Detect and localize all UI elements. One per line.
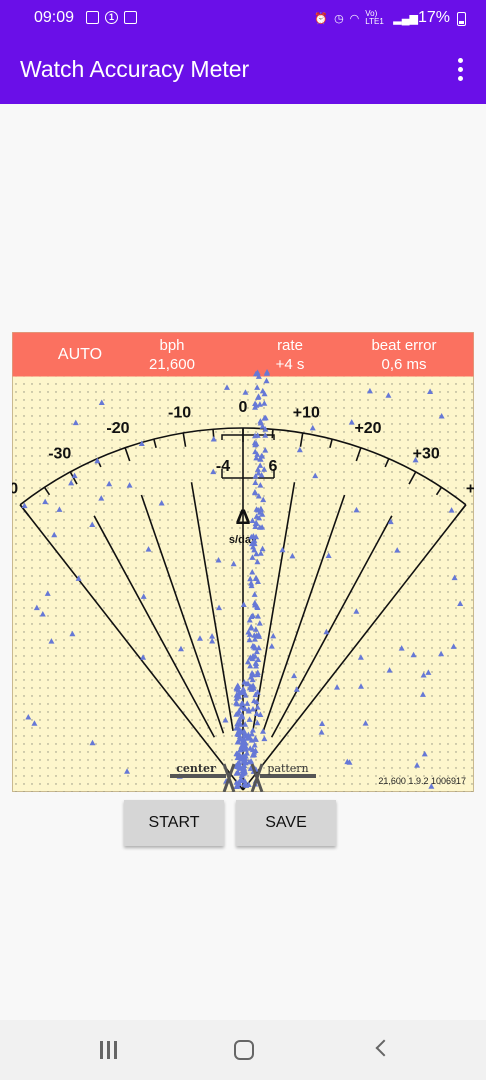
gallery-icon <box>86 11 99 24</box>
scale-label: +10 <box>293 404 320 421</box>
signal-icon: ▂▄▆ <box>393 12 418 25</box>
save-button[interactable]: SAVE <box>236 800 336 846</box>
notification-1-icon: 1 <box>105 11 118 24</box>
app-notification-icon <box>124 11 137 24</box>
center-label: center <box>176 762 216 775</box>
alarm-icon: ⏰ <box>314 12 329 25</box>
app-bar: Watch Accuracy Meter <box>0 36 486 104</box>
overflow-menu-icon[interactable] <box>458 58 464 82</box>
bph-label: bph <box>159 337 184 354</box>
alarm-clock-icon: ◷ <box>334 12 344 25</box>
accuracy-meter: AUTO bph 21,600 rate +4 s beat error 0,6… <box>12 332 474 792</box>
mode-label[interactable]: AUTO <box>58 346 102 363</box>
bracket-left-value: -4 <box>216 458 230 475</box>
navigation-bar <box>0 1020 486 1080</box>
status-time: 09:09 <box>34 9 75 26</box>
recents-icon[interactable] <box>100 1041 118 1059</box>
scale-label: -40 <box>12 480 18 497</box>
network-label: Vo) LTE1 <box>365 9 384 26</box>
bracket-right-value: 6 <box>269 458 278 475</box>
version-text: 21,600 1.9.2 1006917 <box>378 776 466 786</box>
scale-label: +20 <box>354 420 381 437</box>
battery-percent: 17% <box>417 9 450 26</box>
scale-label: 0 <box>239 399 248 416</box>
delta-symbol: Δ <box>235 506 250 529</box>
scale-label: -30 <box>48 446 71 463</box>
app-title: Watch Accuracy Meter <box>20 56 250 82</box>
dial-tick <box>271 429 274 439</box>
rate-label: rate <box>277 337 303 354</box>
rate-value: +4 s <box>276 356 305 373</box>
back-icon[interactable] <box>375 1039 393 1057</box>
beat-error-label: beat error <box>371 337 436 354</box>
home-icon[interactable] <box>234 1040 254 1060</box>
start-button[interactable]: START <box>124 800 224 846</box>
beat-error-value: 0,6 ms <box>381 356 426 373</box>
scale-label: -10 <box>168 404 191 421</box>
wifi-icon: ◠ <box>349 12 360 25</box>
battery-icon <box>457 12 466 26</box>
scale-label: +40 <box>466 480 474 497</box>
pattern-label: pattern <box>267 762 308 775</box>
scale-label: -20 <box>106 420 129 437</box>
bph-value: 21,600 <box>149 356 195 373</box>
status-bar: 09:09 1 ⏰ ◷ ◠ Vo) LTE1 ▂▄▆ 17% <box>0 0 486 36</box>
